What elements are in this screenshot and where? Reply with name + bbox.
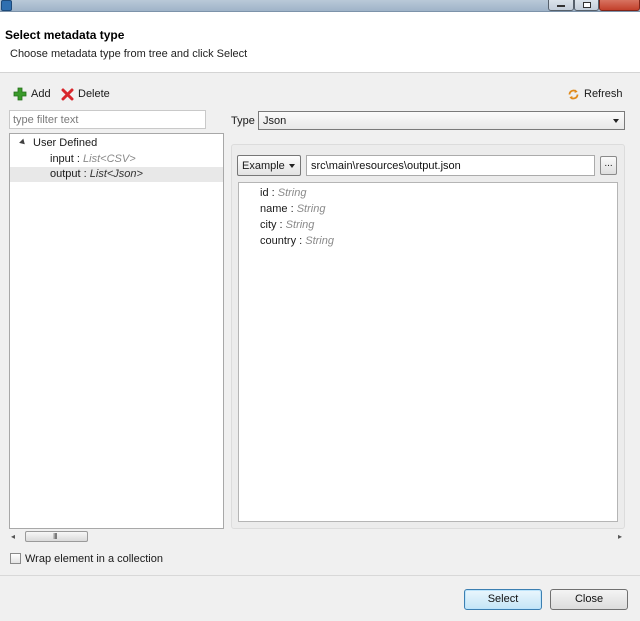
field-separator: : bbox=[287, 203, 297, 215]
type-select-value: Json bbox=[263, 115, 287, 127]
delete-button[interactable]: Delete bbox=[61, 87, 110, 101]
field-name: id bbox=[260, 187, 269, 199]
select-button[interactable]: Select bbox=[464, 589, 542, 610]
metadata-tree[interactable]: User Defined input : List<CSV> output : … bbox=[9, 133, 224, 529]
field-type: String bbox=[285, 219, 315, 231]
wrap-collection-checkbox[interactable] bbox=[10, 553, 21, 564]
refresh-label: Refresh bbox=[584, 88, 623, 100]
schema-field[interactable]: name : String bbox=[260, 203, 325, 215]
delete-icon bbox=[61, 88, 74, 100]
app-icon bbox=[1, 0, 12, 11]
chevron-down-icon bbox=[289, 164, 295, 168]
minimize-icon bbox=[557, 5, 565, 7]
wrap-collection-label[interactable]: Wrap element in a collection bbox=[25, 553, 163, 565]
delete-label: Delete bbox=[78, 88, 110, 100]
refresh-icon bbox=[568, 89, 579, 99]
dialog-description: Choose metadata type from tree and click… bbox=[10, 48, 248, 60]
add-icon bbox=[13, 87, 27, 101]
tree-item-type: List<Json> bbox=[89, 168, 143, 180]
tree-item-separator: : bbox=[80, 168, 90, 180]
maximize-button[interactable] bbox=[574, 0, 599, 11]
schema-field[interactable]: city : String bbox=[260, 219, 314, 231]
field-name: city bbox=[260, 219, 277, 231]
grip-icon: III bbox=[53, 532, 58, 541]
horizontal-scrollbar[interactable]: ◂ III ▸ bbox=[9, 529, 624, 544]
source-mode-value: Example bbox=[242, 160, 285, 172]
example-path-input[interactable] bbox=[306, 155, 595, 176]
field-separator: : bbox=[268, 187, 278, 199]
field-name: name bbox=[260, 203, 288, 215]
dialog-header: Select metadata type Choose metadata typ… bbox=[0, 12, 640, 73]
tree-expand-icon[interactable] bbox=[19, 138, 27, 147]
tree-node-user-defined[interactable]: User Defined bbox=[10, 136, 223, 151]
window-titlebar bbox=[0, 0, 640, 12]
scroll-right-icon[interactable]: ▸ bbox=[618, 532, 622, 541]
tree-node-label: User Defined bbox=[33, 137, 98, 149]
tree-item-type: List<CSV> bbox=[83, 153, 136, 165]
field-name: country bbox=[260, 235, 297, 247]
dialog-title: Select metadata type bbox=[5, 28, 125, 42]
field-type: String bbox=[296, 203, 326, 215]
schema-fields-panel: id : String name : String city : String … bbox=[238, 182, 618, 522]
chevron-down-icon bbox=[613, 119, 619, 123]
scrollbar-thumb[interactable]: III bbox=[25, 531, 88, 542]
type-select[interactable]: Json bbox=[258, 111, 625, 130]
close-icon bbox=[615, 4, 625, 8]
add-button[interactable]: Add bbox=[13, 87, 51, 101]
field-type: String bbox=[305, 235, 334, 247]
field-type: String bbox=[277, 187, 307, 199]
tree-item-name: input bbox=[50, 153, 74, 165]
minimize-button[interactable] bbox=[548, 0, 574, 11]
tree-item-input[interactable]: input : List<CSV> bbox=[10, 152, 223, 167]
window-close-button[interactable] bbox=[599, 0, 640, 11]
field-separator: : bbox=[276, 219, 286, 231]
add-label: Add bbox=[31, 88, 51, 100]
schema-field[interactable]: country : String bbox=[260, 235, 334, 247]
filter-input[interactable] bbox=[9, 110, 206, 129]
tree-item-output[interactable]: output : List<Json> bbox=[10, 167, 223, 182]
tree-item-separator: : bbox=[73, 153, 84, 165]
source-mode-select[interactable]: Example bbox=[237, 155, 301, 176]
type-label: Type bbox=[231, 115, 255, 127]
tree-item-name: output bbox=[50, 168, 81, 180]
schema-field[interactable]: id : String bbox=[260, 187, 306, 199]
maximize-icon bbox=[582, 2, 591, 8]
field-separator: : bbox=[296, 235, 306, 247]
refresh-button[interactable]: Refresh bbox=[567, 87, 623, 101]
browse-button[interactable]: ... bbox=[600, 156, 617, 175]
divider bbox=[0, 575, 640, 576]
close-button[interactable]: Close bbox=[550, 589, 628, 610]
scroll-left-icon[interactable]: ◂ bbox=[11, 532, 15, 541]
